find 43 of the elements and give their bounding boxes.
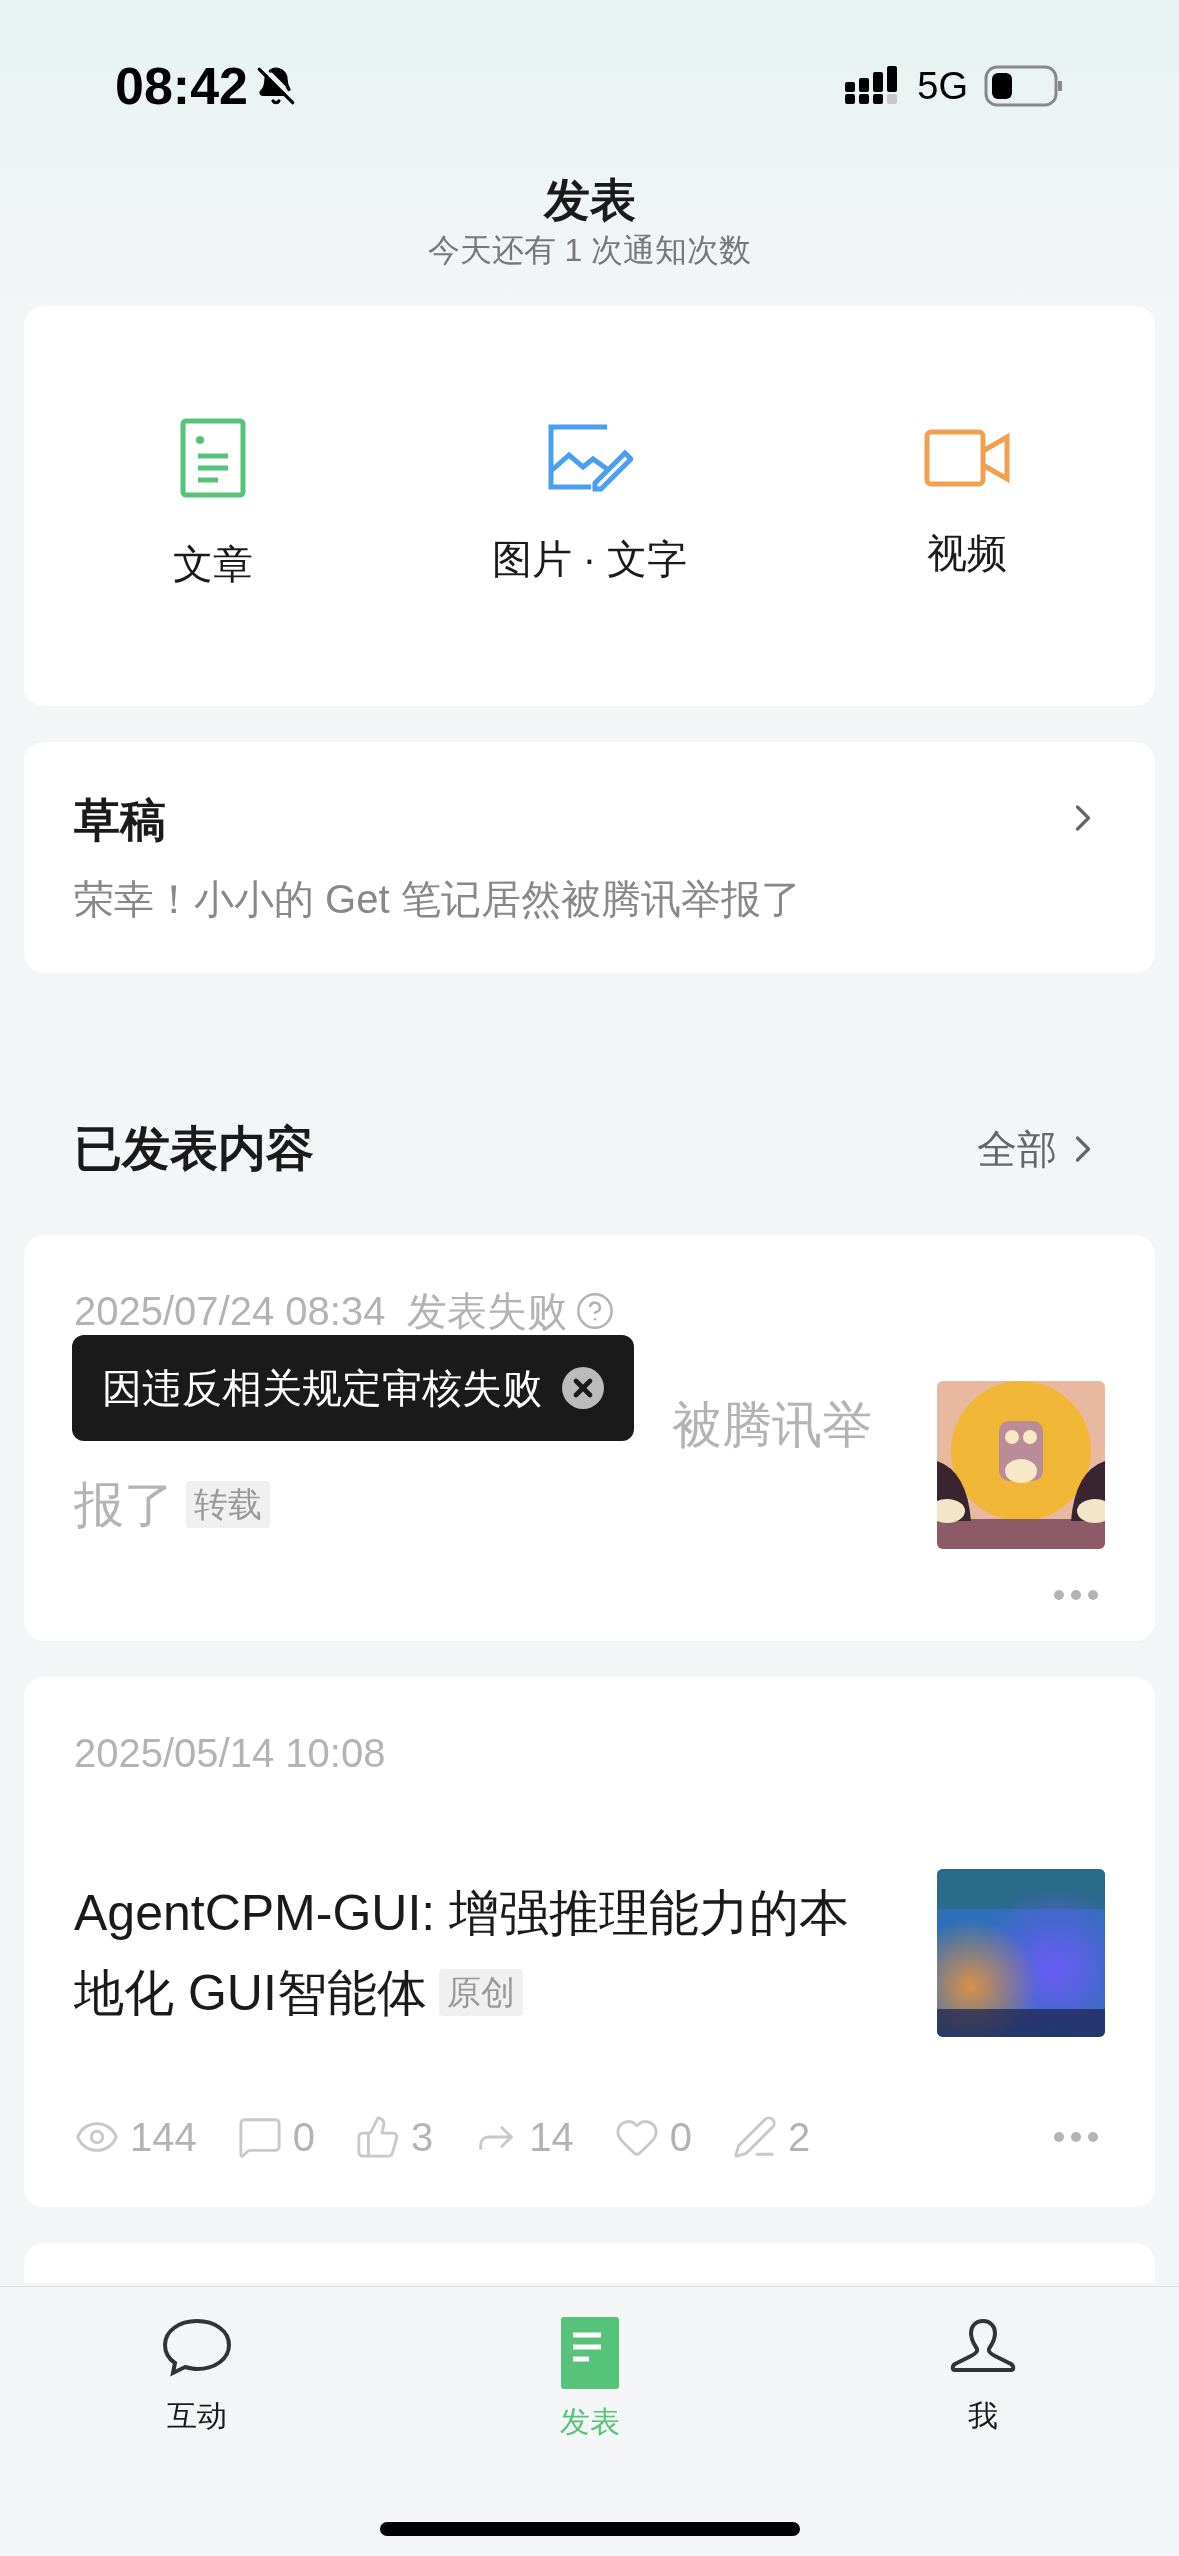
post-tag: 原创	[438, 1968, 523, 2017]
post-date: 2025/07/24 08:34	[74, 1287, 386, 1335]
post-card[interactable]: 2025/07/24 08:34 发表失败 因违反相关规定审核失败 被腾讯举 报了 转载	[24, 1234, 1155, 1641]
more-icon[interactable]	[1053, 2130, 1099, 2143]
document-icon	[179, 417, 246, 498]
close-icon[interactable]	[562, 1366, 604, 1409]
post-title-line: AgentCPM-GUI: 增强推理能力的本	[74, 1883, 850, 1943]
tab[interactable]: 互动	[0, 2317, 393, 2444]
bell-off-icon	[256, 66, 296, 106]
battery-icon	[984, 65, 1064, 107]
network-label: 5G	[917, 63, 968, 109]
view-all-link[interactable]: 全部	[977, 1118, 1105, 1179]
post-title-line: 报了	[74, 1475, 174, 1535]
stat-count: 0	[669, 2113, 692, 2161]
page-subtitle: 今天还有 1 次通知次数	[427, 230, 752, 270]
tab[interactable]: 我	[786, 2317, 1179, 2444]
post-tag: 转载	[186, 1480, 270, 1529]
tooltip-text: 因违反相关规定审核失败	[102, 1364, 542, 1412]
post-date: 2025/05/14 10:08	[74, 1729, 386, 1777]
stat-count: 2	[788, 2113, 811, 2161]
post-title-line: 被腾讯举	[672, 1395, 872, 1455]
help-icon[interactable]	[575, 1290, 616, 1331]
post-title-line: 地化 GUI智能体	[74, 1963, 427, 2023]
draft-card[interactable]: 草稿 荣幸！小小的 Get 笔记居然被腾讯举报了	[24, 741, 1155, 973]
stat-count: 144	[130, 2113, 197, 2161]
section-title: 已发表内容	[74, 1120, 314, 1177]
post-status: 发表失败	[407, 1287, 568, 1335]
video-camera-icon	[923, 428, 1010, 487]
pen-icon	[732, 2113, 778, 2160]
document-icon	[560, 2317, 619, 2389]
create-option[interactable]: 文章	[24, 417, 401, 594]
draft-text: 荣幸！小小的 Get 笔记居然被腾讯举报了	[74, 875, 802, 923]
more-icon[interactable]	[1053, 1588, 1099, 1601]
create-option[interactable]: 视频	[778, 428, 1155, 583]
image-icon	[546, 422, 633, 493]
create-option[interactable]: 图片 · 文字	[401, 422, 778, 589]
stat-count: 14	[529, 2113, 574, 2161]
draft-title: 草稿	[74, 792, 167, 848]
post-card[interactable]: 2025/05/14 10:08 AgentCPM-GUI: 增强推理能力的本 地化 GUI智能体 原创 144 0 3 14 0 2	[24, 1676, 1155, 2207]
page-title: 发表	[543, 173, 636, 228]
stat-count: 3	[411, 2113, 434, 2161]
clock: 08:42	[115, 56, 248, 117]
stat-count: 0	[292, 2113, 315, 2161]
